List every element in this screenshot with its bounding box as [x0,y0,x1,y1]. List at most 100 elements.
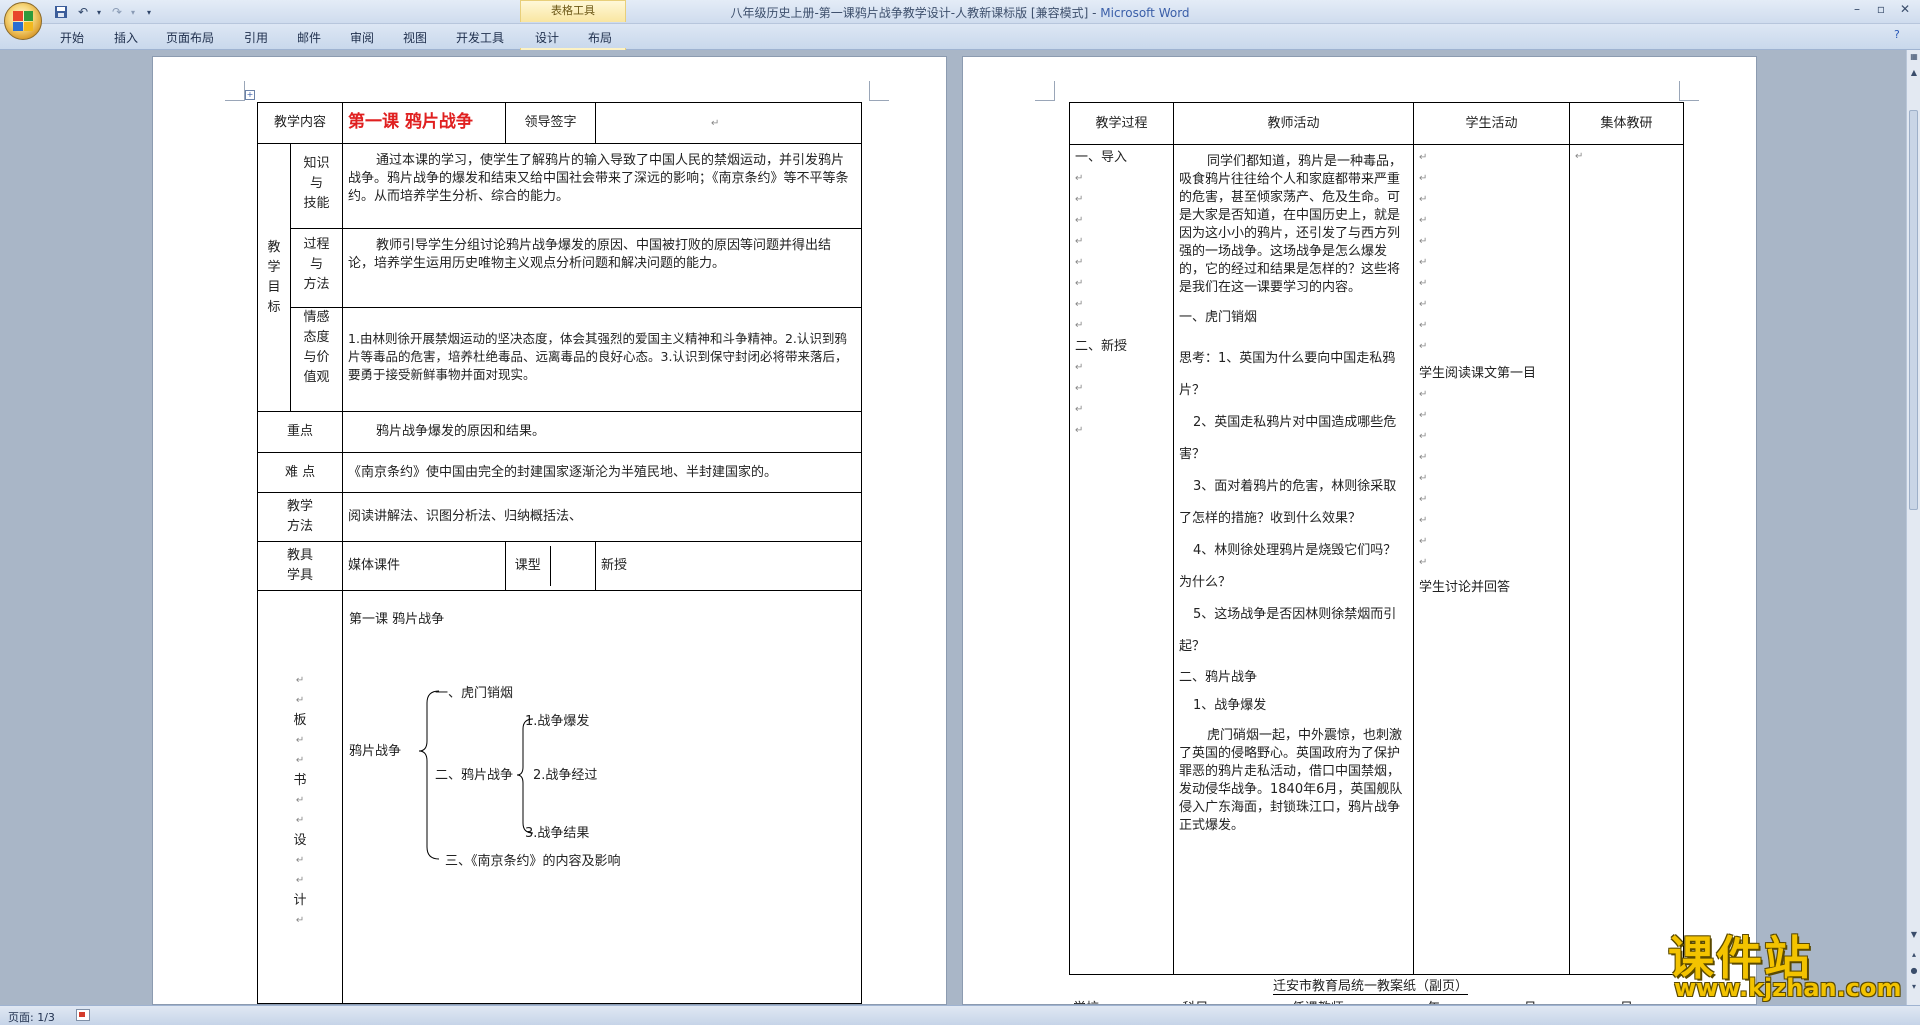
board-label-char: 设 [293,833,307,848]
header-process[interactable]: 教学过程 [1069,102,1174,145]
tab-mailings[interactable]: 邮件 [297,29,321,46]
difficulty-cell[interactable]: 《南京条约》使中国由完全的封建国家逐渐沦为半殖民地、半封建国家的。 [342,452,863,493]
scroll-thumb[interactable] [1909,110,1918,510]
teacher-activity-cell[interactable]: 同学们都知道，鸦片是一种毒品，吸食鸦片往往给个人和家庭都带来严重的危害，甚至倾家… [1173,144,1414,975]
sub-label: 与 [310,176,324,191]
tab-developer[interactable]: 开发工具 [456,29,504,46]
page-footer-row: 学校 科目 任课教师 年 月 日 [1073,997,1633,1004]
scroll-up-icon[interactable]: ▲ [1908,68,1920,80]
tools-cell[interactable]: 媒体课件 [342,541,507,591]
office-button[interactable] [4,2,42,40]
board-diagram: 第一课 鸦片战争 鸦片战争 一、虎门销烟 二、鸦片战争 三、《南京条约》的内容及… [343,591,861,1003]
goals-label-cell[interactable]: 教 学 目 标 [257,143,291,412]
title-cell[interactable]: 第一课 鸦片战争 [342,102,507,144]
tab-home[interactable]: 开始 [60,29,84,46]
difficulty-label-cell[interactable]: 难 点 [256,452,344,493]
tab-view[interactable]: 视图 [403,29,427,46]
content-label: 教学内容 [274,115,327,130]
lesson-type-value-cell[interactable]: 新授 [595,541,863,591]
sub-label: 态度 [303,330,330,345]
ribbon-tab-bar: 开始 插入 页面布局 引用 邮件 审阅 视图 开发工具 设计 布局 ? [0,24,1920,74]
select-browse-object-icon[interactable]: ● [1908,966,1920,978]
knowledge-label-cell[interactable]: 知识 与 技能 [289,143,344,229]
vertical-scrollbar[interactable]: ▦ ▲ ▼ ▴ ● ▾ [1906,50,1920,1005]
method-cell[interactable]: 阅读讲解法、识图分析法、归纳概括法、 [342,492,863,542]
header-teacher[interactable]: 教师活动 [1173,102,1414,145]
footer-teacher: 任课教师 [1292,997,1344,1004]
ruler-toggle-icon[interactable]: ▦ [1908,52,1920,64]
status-bar: 页面: 1/3 [0,1005,1920,1025]
page-footer-title: 迁安市教育局统一教案纸（副页） [1273,975,1469,995]
lesson-title: 第一课 鸦片战争 [348,112,473,132]
tab-table-layout[interactable]: 布局 [588,29,612,46]
header-process-label: 教学过程 [1095,115,1148,131]
tab-page-layout[interactable]: 页面布局 [166,29,214,46]
teaching-process-table: 教学过程 教师活动 学生活动 集体教研 一、导入 ↵ ↵ ↵ ↵ ↵ ↵ ↵ ↵ 二、新授 ↵… [1069,102,1684,975]
page-indicator[interactable]: 页面: 1/3 [8,1009,55,1025]
footer-subject: 科目 [1182,997,1208,1004]
lesson-plan-table: 教学内容 第一课 鸦片战争 领导签字 ↵ 教 学 目 标 知识 与 技能 通过本… [256,102,863,1004]
emotion-label-cell[interactable]: 情感 态度 与价 值观 [289,307,344,412]
save-icon[interactable] [52,3,70,21]
knowledge-goal-cell[interactable]: 通过本课的学习，使学生了解鸦片的输入导致了中国人民的禁烟运动，并引发鸦片战争。鸦… [342,143,863,229]
header-student[interactable]: 学生活动 [1413,102,1570,145]
goals-label-char: 标 [267,299,281,315]
lesson-type-cell[interactable]: 课型 [505,541,597,591]
emotion-goal-text: 1.由林则徐开展禁烟运动的坚决态度，体会其强烈的爱国主义精神和斗争精神。2.认识… [348,331,848,382]
document-title: 八年级历史上册-第一课鸦片战争教学设计-人教新课标版 [兼容模式] - [730,6,1101,20]
tab-review[interactable]: 审阅 [350,29,374,46]
board-label-cell[interactable]: ↵ ↵ 板 ↵ ↵ 书 ↵ ↵ 设 ↵ ↵ 计 ↵ [256,590,344,1004]
board-label-char: 计 [293,893,307,908]
process-goal-cell[interactable]: 教师引导学生分组讨论鸦片战争爆发的原因、中国被打败的原因等问题并得出结论，培养学… [342,228,863,308]
leader-sign-value-cell[interactable]: ↵ [595,102,863,144]
teacher-question-5: 5、这场战争是否因林则徐禁烟而引起？ [1179,607,1397,654]
teacher-question-3: 3、面对着鸦片的危害，林则徐采取了怎样的措施？收到什么效果？ [1179,479,1397,526]
emotion-goal-cell[interactable]: 1.由林则徐开展禁烟运动的坚决态度，体会其强烈的爱国主义精神和斗争精神。2.认识… [342,307,863,412]
process-goal-text: 教师引导学生分组讨论鸦片战争爆发的原因、中国被打败的原因等问题并得出结论，培养学… [348,238,832,271]
header-research-label: 集体教研 [1600,115,1653,131]
leader-sign-cell[interactable]: 领导签字 [505,102,597,144]
header-student-label: 学生活动 [1465,115,1518,131]
undo-dropdown-icon[interactable]: ▾ [90,3,108,21]
tab-insert[interactable]: 插入 [114,29,138,46]
customize-toolbar-icon[interactable]: ▾ [140,3,158,21]
key-point-cell[interactable]: 鸦片战争爆发的原因和结果。 [342,411,863,453]
tools-label-cell[interactable]: 教具 学具 [256,541,344,591]
student-activity-2: 学生讨论并回答 [1419,580,1511,595]
content-label-cell[interactable]: 教学内容 [256,102,344,144]
method-label-cell[interactable]: 教学 方法 [256,492,344,542]
process-new: 二、新授 [1075,339,1128,354]
minimize-icon[interactable]: – [1844,2,1870,20]
crop-mark [869,81,889,101]
research-cell[interactable]: ↵ [1569,144,1684,975]
table-move-handle-icon[interactable]: + [245,90,255,100]
student-activity-cell[interactable]: ↵ ↵ ↵ ↵ ↵ ↵ ↵ ↵ ↵ ↵ 学生阅读课文第一目 ↵ ↵ ↵ ↵ ↵ ↵ ↵ ↵ ↵ 学生讨论并回答 [1413,144,1570,975]
lesson-type-label: 课型 [506,546,551,586]
help-icon[interactable]: ? [1894,28,1900,41]
next-page-icon[interactable]: ▾ [1908,982,1920,994]
header-research[interactable]: 集体教研 [1569,102,1684,145]
crop-mark [1679,81,1699,101]
close-icon[interactable]: ✕ [1892,2,1918,20]
key-point-label-cell[interactable]: 重点 [256,411,344,453]
method-label: 教学 [287,499,314,514]
teacher-paragraph: 虎门硝烟一起，中外震惊，也刺激了英国的侵略野心。英国政府为了保护罪恶的鸦片走私活… [1179,728,1403,833]
sub-label: 技能 [303,196,330,211]
board-design-cell[interactable]: 第一课 鸦片战争 鸦片战争 一、虎门销烟 二、鸦片战争 三、《南京条约》的内容及… [342,590,863,1004]
process-label-cell[interactable]: 过程 与 方法 [289,228,344,308]
app-name: Microsoft Word [1100,6,1190,20]
tab-table-design[interactable]: 设计 [535,29,559,46]
tab-references[interactable]: 引用 [244,29,268,46]
process-cell[interactable]: 一、导入 ↵ ↵ ↵ ↵ ↵ ↵ ↵ ↵ 二、新授 ↵ ↵ ↵ ↵ [1069,144,1174,975]
maximize-icon[interactable]: ▫ [1868,2,1894,20]
teacher-intro: 同学们都知道，鸦片是一种毒品，吸食鸦片往往给个人和家庭都带来严重的危害，甚至倾家… [1179,154,1403,295]
previous-page-icon[interactable]: ▴ [1908,950,1920,962]
sub-label: 过程 [303,237,330,252]
scroll-down-icon[interactable]: ▼ [1908,930,1920,942]
sub-label: 与价 [303,350,330,365]
proofing-icon[interactable] [76,1009,90,1021]
student-activity-1: 学生阅读课文第一目 [1419,366,1537,381]
board-label-char: 书 [293,773,307,788]
difficulty-text: 《南京条约》使中国由完全的封建国家逐渐沦为半殖民地、半封建国家的。 [348,464,778,480]
sub-label: 方法 [303,277,330,292]
